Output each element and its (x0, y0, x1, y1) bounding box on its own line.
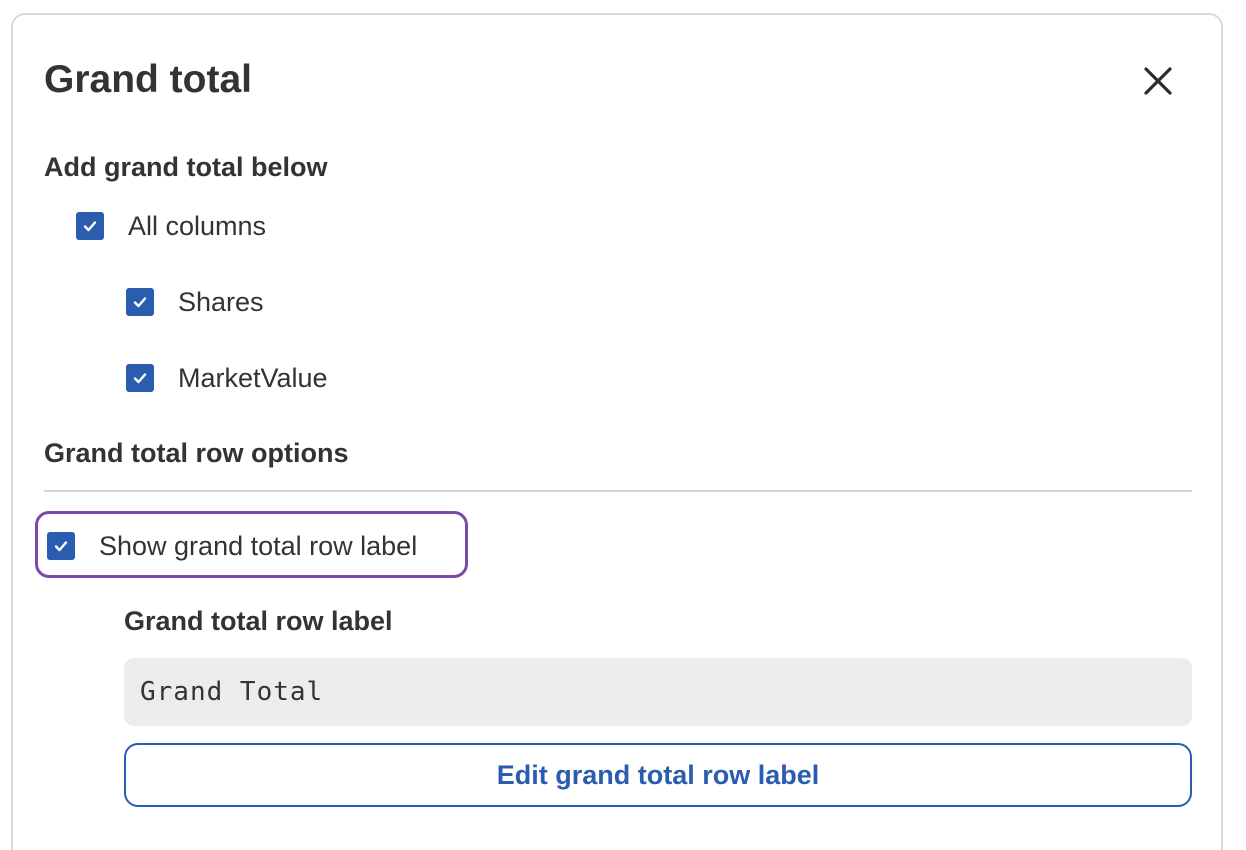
checkmark-icon (133, 297, 147, 308)
checkbox-checked[interactable] (47, 532, 75, 560)
edit-row-label-button[interactable]: Edit grand total row label (124, 743, 1192, 807)
checkbox-checked[interactable] (126, 364, 154, 392)
row-label-field-label: Grand total row label (124, 606, 393, 636)
row-options-heading: Grand total row options (44, 438, 349, 468)
checkbox-all-columns[interactable]: All columns (76, 209, 266, 243)
checkbox-label: Shares (178, 287, 264, 317)
checkmark-icon (133, 373, 147, 384)
checkbox-shares[interactable]: Shares (126, 285, 264, 319)
section-divider (44, 490, 1192, 492)
checkmark-icon (83, 221, 97, 232)
close-icon (1144, 67, 1172, 95)
row-label-field: Grand Total (124, 658, 1192, 726)
checkmark-icon (54, 541, 68, 552)
add-grand-total-heading: Add grand total below (44, 152, 328, 182)
checkbox-marketvalue[interactable]: MarketValue (126, 361, 328, 395)
checkbox-checked[interactable] (126, 288, 154, 316)
checkbox-label: All columns (128, 211, 267, 241)
checkbox-label: Show grand total row label (99, 531, 418, 561)
checkbox-checked[interactable] (76, 212, 104, 240)
panel-title: Grand total (44, 58, 253, 101)
checkbox-show-row-label[interactable]: Show grand total row label (47, 529, 417, 563)
checkbox-label: MarketValue (178, 363, 328, 393)
close-button[interactable] (1133, 56, 1183, 106)
